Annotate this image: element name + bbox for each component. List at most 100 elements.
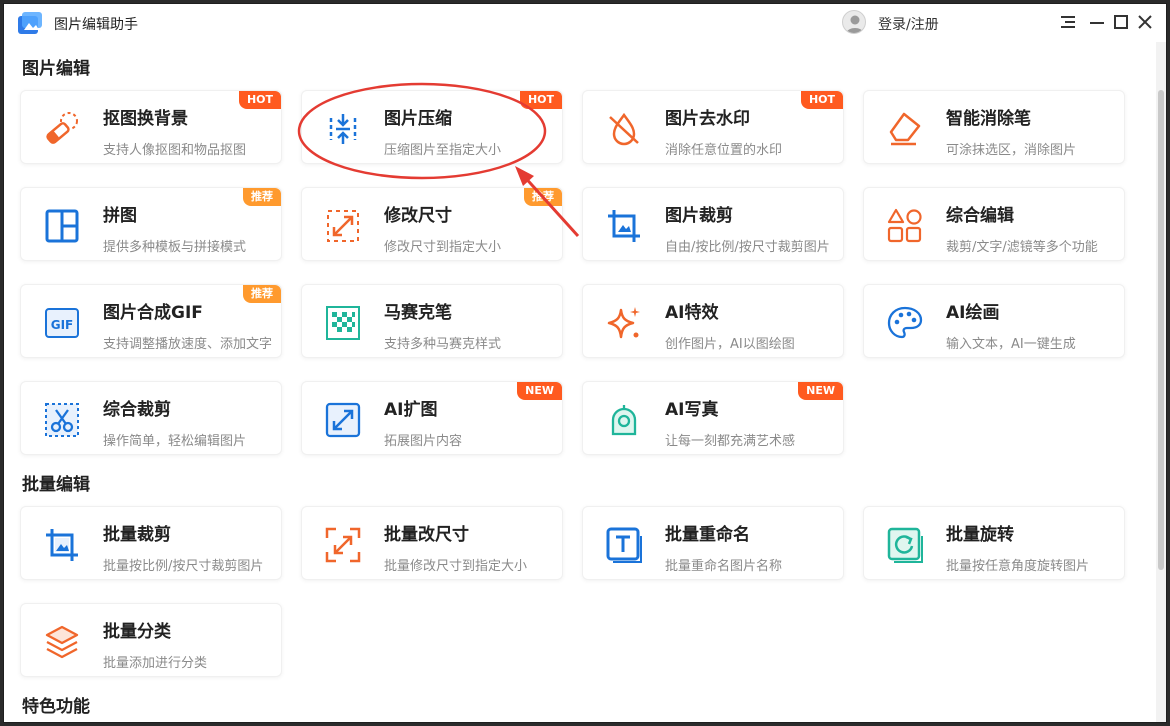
card-desc: 支持多种马赛克样式	[384, 337, 502, 352]
compress-icon	[329, 114, 357, 144]
shapes-icon	[887, 208, 922, 243]
collage-icon	[45, 209, 79, 243]
card-desc: 支持调整播放速度、添加文字	[103, 337, 273, 352]
card-desc: 消除任意位置的水印	[665, 143, 783, 158]
card-batch-classify[interactable]: 批量分类 批量添加进行分类	[20, 603, 282, 677]
palette-icon	[887, 306, 923, 339]
card-collage[interactable]: 拼图 提供多种模板与拼接模式 推荐	[20, 187, 282, 261]
card-title: 图片合成GIF	[103, 303, 203, 323]
card-ai-painting[interactable]: AI绘画 输入文本，AI一键生成	[863, 284, 1125, 358]
new-badge: NEW	[798, 382, 843, 400]
menu-button[interactable]	[1060, 12, 1078, 32]
hot-badge: HOT	[800, 91, 843, 109]
app-logo-icon	[18, 12, 42, 34]
card-title: AI写真	[665, 400, 719, 420]
card-title: 图片压缩	[384, 109, 452, 129]
card-desc: 拓展图片内容	[384, 434, 463, 449]
card-title: 抠图换背景	[103, 109, 188, 129]
title-bar: 图片编辑助手 登录/注册	[4, 4, 1166, 42]
recommend-badge: 推荐	[524, 188, 562, 206]
card-desc: 提供多种模板与拼接模式	[103, 240, 247, 255]
card-desc: 批量按比例/按尺寸裁剪图片	[103, 559, 264, 574]
card-title: 拼图	[103, 206, 137, 226]
avatar[interactable]	[842, 10, 866, 34]
maximize-button[interactable]	[1112, 12, 1130, 32]
card-batch-rotate[interactable]: 批量旋转 批量按任意角度旋转图片	[863, 506, 1125, 580]
card-crop[interactable]: 图片裁剪 自由/按比例/按尺寸裁剪图片	[582, 187, 844, 261]
batch-crop-icon	[46, 529, 78, 561]
close-button[interactable]	[1136, 12, 1154, 32]
card-ai-portrait[interactable]: AI写真 让每一刻都充满艺术感 NEW	[582, 381, 844, 455]
watermark-remove-icon	[609, 112, 639, 146]
card-gif-maker[interactable]: GIF 图片合成GIF 支持调整播放速度、添加文字 推荐	[20, 284, 282, 358]
card-title: AI绘画	[946, 303, 1000, 323]
card-batch-rename[interactable]: 批量重命名 批量重命名图片名称	[582, 506, 844, 580]
close-icon	[1138, 15, 1152, 29]
card-desc: 输入文本，AI一键生成	[946, 337, 1076, 352]
section-title-special: 特色功能	[22, 697, 90, 717]
card-title: 修改尺寸	[384, 206, 452, 226]
card-title: 批量裁剪	[103, 525, 171, 545]
maximize-icon	[1114, 15, 1128, 29]
login-register-link[interactable]: 登录/注册	[878, 14, 939, 34]
card-image-compress[interactable]: 图片压缩 压缩图片至指定大小 HOT	[301, 90, 563, 164]
recommend-badge: 推荐	[243, 188, 281, 206]
card-comprehensive-crop[interactable]: 综合裁剪 操作简单，轻松编辑图片	[20, 381, 282, 455]
card-title: 批量重命名	[665, 525, 750, 545]
user-icon	[846, 15, 864, 33]
card-resize[interactable]: 修改尺寸 修改尺寸到指定大小 推荐	[301, 187, 563, 261]
card-comprehensive-edit[interactable]: 综合编辑 裁剪/文字/滤镜等多个功能	[863, 187, 1125, 261]
hot-badge: HOT	[238, 91, 281, 109]
app-window: 图片编辑助手 登录/注册 图片编辑 抠图换背景 支持人像抠图和物品抠图 HOT …	[3, 3, 1167, 723]
card-desc: 批量添加进行分类	[103, 656, 208, 671]
card-title: 智能消除笔	[946, 109, 1031, 129]
card-desc: 批量修改尺寸到指定大小	[384, 559, 528, 574]
card-ai-effects[interactable]: AI特效 创作图片，AI以图绘图	[582, 284, 844, 358]
card-title: 批量分类	[103, 622, 171, 642]
card-title: AI扩图	[384, 400, 438, 420]
card-batch-crop[interactable]: 批量裁剪 批量按比例/按尺寸裁剪图片	[20, 506, 282, 580]
card-desc: 创作图片，AI以图绘图	[665, 337, 795, 352]
menu-icon	[1061, 16, 1075, 28]
app-title: 图片编辑助手	[54, 17, 138, 33]
resize-icon	[327, 210, 359, 242]
card-desc: 支持人像抠图和物品抠图	[103, 143, 247, 158]
card-smart-eraser[interactable]: 智能消除笔 可涂抹选区，消除图片	[863, 90, 1125, 164]
eraser-icon	[46, 112, 78, 144]
section-title-edit: 图片编辑	[22, 59, 90, 79]
card-ai-expand[interactable]: AI扩图 拓展图片内容 NEW	[301, 381, 563, 455]
card-desc: 可涂抹选区，消除图片	[946, 143, 1077, 158]
svg-text:GIF: GIF	[51, 318, 74, 332]
rotate-icon	[887, 527, 923, 563]
card-batch-resize[interactable]: 批量改尺寸 批量修改尺寸到指定大小	[301, 506, 563, 580]
card-title: 马赛克笔	[384, 303, 452, 323]
card-desc: 自由/按比例/按尺寸裁剪图片	[665, 240, 830, 255]
card-desc: 修改尺寸到指定大小	[384, 240, 502, 255]
hot-badge: HOT	[519, 91, 562, 109]
card-title: AI特效	[665, 303, 719, 323]
card-remove-watermark[interactable]: 图片去水印 消除任意位置的水印 HOT	[582, 90, 844, 164]
minimize-button[interactable]	[1088, 12, 1106, 32]
card-desc: 操作简单，轻松编辑图片	[103, 434, 247, 449]
card-title: 图片裁剪	[665, 206, 733, 226]
card-cutout-background[interactable]: 抠图换背景 支持人像抠图和物品抠图 HOT	[20, 90, 282, 164]
card-title: 综合裁剪	[103, 400, 171, 420]
scrollbar[interactable]	[1156, 42, 1166, 722]
section-title-batch: 批量编辑	[22, 475, 90, 495]
scrollbar-thumb[interactable]	[1158, 90, 1164, 570]
card-desc: 批量按任意角度旋转图片	[946, 559, 1090, 574]
crop-icon	[608, 210, 640, 242]
card-desc: 裁剪/文字/滤镜等多个功能	[946, 240, 1098, 255]
gif-icon: GIF	[45, 308, 79, 338]
expand-icon	[325, 402, 361, 438]
new-badge: NEW	[517, 382, 562, 400]
rename-icon	[606, 527, 642, 563]
card-desc: 压缩图片至指定大小	[384, 143, 502, 158]
batch-resize-icon	[325, 527, 361, 563]
card-mosaic-pen[interactable]: 马赛克笔 支持多种马赛克样式	[301, 284, 563, 358]
layers-icon	[45, 625, 79, 659]
recommend-badge: 推荐	[243, 285, 281, 303]
eraser-pen-icon	[889, 112, 921, 146]
scissors-icon	[45, 403, 79, 437]
card-desc: 批量重命名图片名称	[665, 559, 783, 574]
